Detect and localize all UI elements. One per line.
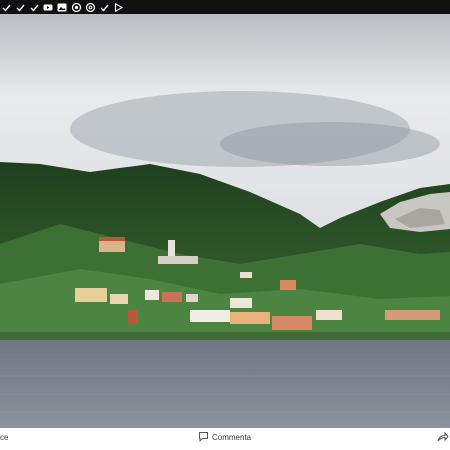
truncated-label: ce: [0, 433, 9, 442]
at-icon: [85, 2, 95, 12]
youtube-icon: [43, 2, 53, 12]
comment-icon: [198, 431, 209, 444]
bottom-action-bar: ce Commenta: [0, 428, 450, 450]
check-icon: [29, 2, 39, 12]
share-icon: [437, 431, 449, 444]
check-icon: [99, 2, 109, 12]
check-icon: [1, 2, 11, 12]
gallery-icon: [57, 2, 67, 12]
chrome-icon: [71, 2, 81, 12]
status-bar: [0, 0, 450, 14]
play-store-icon: [113, 2, 123, 12]
comment-label: Commenta: [212, 433, 252, 442]
check-icon: [15, 2, 25, 12]
share-button[interactable]: [437, 431, 449, 444]
landscape-photo[interactable]: [0, 14, 450, 428]
comment-button[interactable]: Commenta: [198, 431, 251, 444]
